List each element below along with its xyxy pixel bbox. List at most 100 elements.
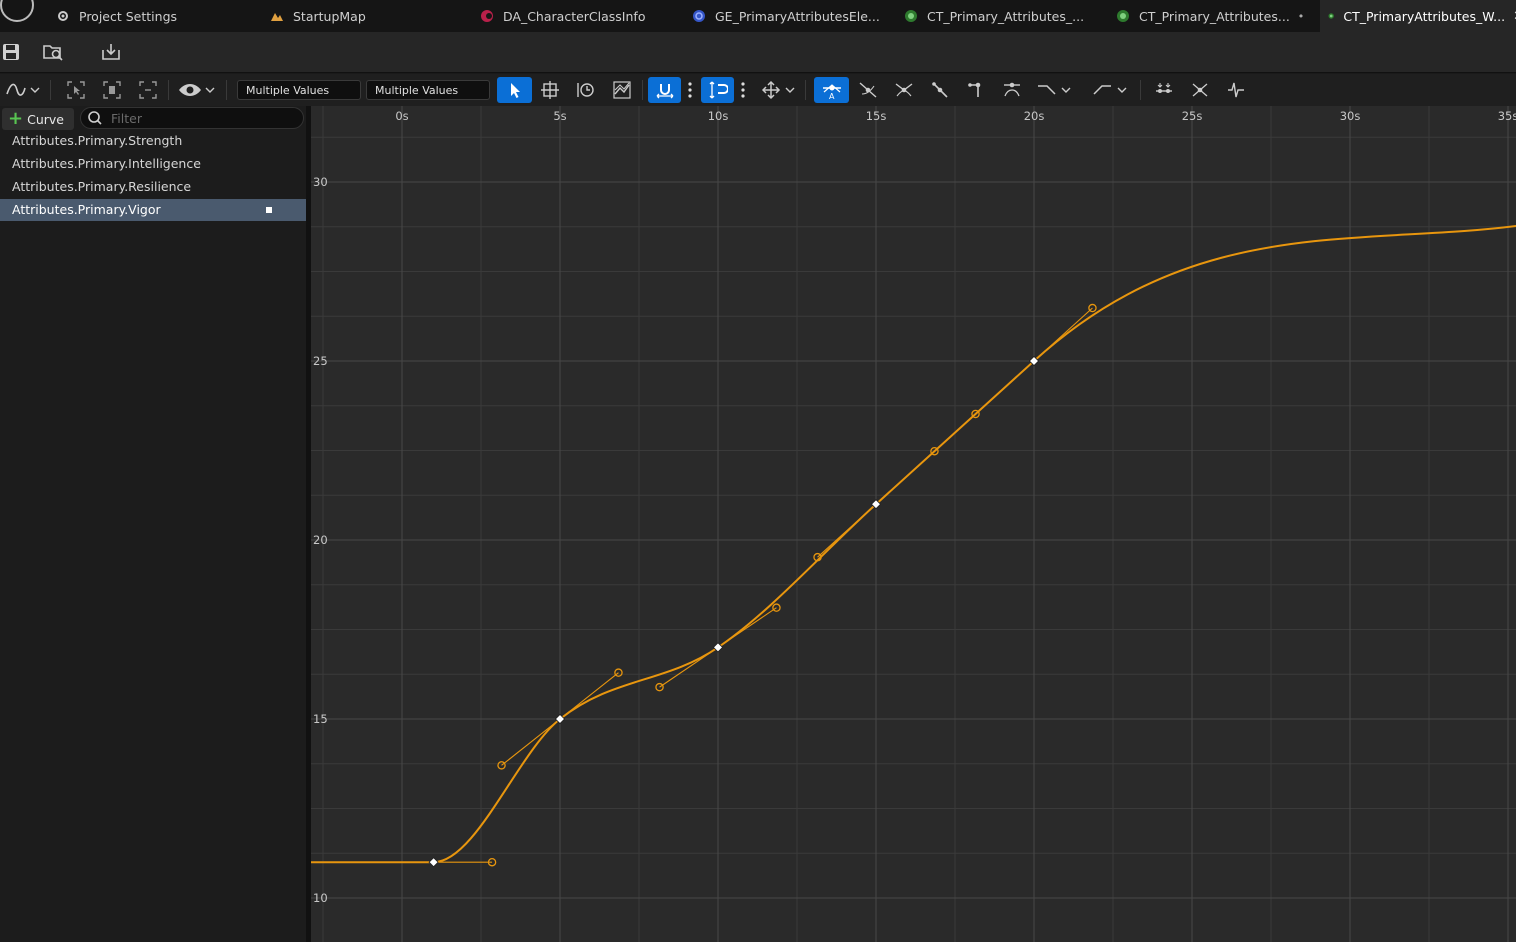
view-mode-dropdown[interactable] [2, 77, 42, 103]
frame-horizontal-button[interactable] [98, 77, 126, 103]
user-tangent-button[interactable] [854, 77, 882, 103]
search-icon [88, 111, 102, 125]
curve-item-strength[interactable]: Attributes.Primary.Strength [0, 130, 306, 152]
asset-toolbar [0, 32, 1516, 73]
flatten-tangent-icon [1004, 82, 1020, 97]
tab-ct-primaryattributes-w[interactable]: CT_PrimaryAttributes_W... ✕ [1320, 0, 1516, 32]
snap-value-options[interactable] [737, 77, 749, 103]
multi-scale-tool-button[interactable] [608, 77, 636, 103]
tab-da-characterclassinfo[interactable]: DA_CharacterClassInfo [472, 0, 685, 32]
curve-visible-indicator[interactable] [266, 207, 272, 213]
flatten-tangent-button[interactable] [998, 77, 1026, 103]
tab-label: CT_Primary_Attributes_... [927, 8, 1085, 24]
filter-curve-icon [1228, 82, 1244, 98]
linear-tangent-icon [932, 82, 948, 98]
straighten-keys-icon [1192, 83, 1208, 97]
time-tick-label: 20s [1024, 109, 1045, 123]
time-ruler: 0s 5s 10s 15s 20s 25s 30s 35s [395, 109, 1516, 123]
flatten-keys-button[interactable] [1150, 77, 1178, 103]
save-icon [3, 44, 19, 60]
tab-ge-primaryattributes[interactable]: GE_PrimaryAttributesEle... [684, 0, 897, 32]
toolbar-separator [1140, 80, 1141, 100]
tab-label: DA_CharacterClassInfo [503, 8, 646, 24]
curve-item-label: Attributes.Primary.Vigor [12, 202, 161, 217]
curve-keys[interactable] [428, 355, 1040, 868]
curve-list-panel: + Curve Attributes.Primary.Strength Attr… [0, 106, 306, 942]
curve-table-icon [1117, 10, 1129, 22]
toolbar-separator [50, 80, 51, 100]
auto-tangent-button[interactable]: A [814, 77, 849, 103]
auto-tangent-icon: A [822, 84, 841, 100]
value-tick-label: 10 [313, 891, 328, 905]
filter-box [80, 107, 304, 129]
curve-table-icon [905, 10, 917, 22]
pre-infinity-dropdown[interactable] [1034, 77, 1074, 103]
filter-keys-button[interactable] [1222, 77, 1250, 103]
cursor-arrow-icon [510, 83, 520, 98]
frame-selection-button[interactable] [62, 77, 90, 103]
time-tick-label: 35s [1498, 109, 1516, 123]
browse-button[interactable] [38, 38, 68, 66]
user-tangent-icon [859, 82, 877, 98]
frame-selection-icon [67, 81, 85, 99]
snap-time-button[interactable] [648, 77, 681, 103]
transform-icon [541, 81, 559, 99]
tab-ct-primary-attributes-2[interactable]: CT_Primary_Attributes... • [1108, 0, 1321, 32]
flatten-keys-icon [1156, 83, 1172, 93]
time-tick-label: 5s [553, 109, 566, 123]
unreal-logo-icon[interactable] [0, 0, 34, 22]
straighten-keys-button[interactable] [1186, 77, 1214, 103]
curve-editor-toolbar: Multiple Values Multiple Values A [0, 74, 1516, 106]
snap-time-options[interactable] [684, 77, 696, 103]
break-tangent-icon [895, 83, 913, 97]
curve-item-vigor[interactable]: Attributes.Primary.Vigor [0, 199, 306, 221]
transform-tool-button[interactable] [536, 77, 564, 103]
gear-icon [58, 11, 68, 21]
curve-graph-view[interactable]: 0s 5s 10s 15s 20s 25s 30s 35s 30 25 20 15 10 [311, 106, 1516, 942]
grid-major [311, 106, 1516, 942]
tab-ct-primary-attributes-1[interactable]: CT_Primary_Attributes_... [896, 0, 1109, 32]
tab-project-settings[interactable]: Project Settings [48, 0, 256, 32]
unsaved-indicator: • [1297, 9, 1305, 23]
curve-key[interactable] [428, 857, 439, 868]
tangent-handle[interactable] [655, 682, 664, 692]
tab-label: GE_PrimaryAttributesEle... [715, 8, 880, 24]
post-infinity-dropdown[interactable] [1090, 77, 1130, 103]
tangent-handle[interactable] [1088, 303, 1097, 313]
select-tool-button[interactable] [497, 77, 532, 103]
key-time-field[interactable]: Multiple Values [237, 80, 361, 100]
frame-horizontal-icon [103, 81, 121, 99]
toolbar-separator [642, 80, 643, 100]
break-tangent-button[interactable] [890, 77, 918, 103]
time-tick-label: 0s [395, 109, 408, 123]
import-icon [102, 44, 120, 60]
level-icon [271, 13, 283, 21]
value-tick-label: 30 [313, 175, 328, 189]
snap-value-button[interactable] [701, 77, 734, 103]
curve-item-intelligence[interactable]: Attributes.Primary.Intelligence [0, 153, 306, 175]
svg-text:A: A [829, 92, 835, 100]
time-tick-label: 30s [1340, 109, 1361, 123]
tab-startupmap[interactable]: StartupMap [262, 0, 470, 32]
axis-snapping-dropdown[interactable] [758, 77, 798, 103]
multi-scale-icon [613, 81, 631, 99]
constant-tangent-button[interactable] [962, 77, 990, 103]
key-value-field[interactable]: Multiple Values [366, 80, 490, 100]
tab-label: CT_Primary_Attributes... [1139, 8, 1290, 24]
curve-graph-canvas[interactable]: 0s 5s 10s 15s 20s 25s 30s 35s 30 25 20 15 10 [311, 106, 1516, 942]
filter-input[interactable] [109, 109, 293, 127]
add-curve-button[interactable]: + Curve [2, 108, 74, 130]
frame-all-button[interactable] [134, 77, 162, 103]
tangent-handle[interactable] [497, 761, 506, 770]
linear-tangent-button[interactable] [926, 77, 954, 103]
gameplay-effect-icon [693, 10, 705, 22]
curve-item-resilience[interactable]: Attributes.Primary.Resilience [0, 176, 306, 198]
visibility-dropdown[interactable] [176, 77, 218, 103]
reimport-button[interactable] [96, 38, 126, 66]
save-button[interactable] [0, 38, 26, 66]
plus-icon: + [8, 108, 24, 129]
tab-label: StartupMap [293, 8, 366, 24]
retime-tool-button[interactable] [572, 77, 600, 103]
post-infinity-icon [1093, 85, 1127, 95]
vigor-curve[interactable] [311, 224, 1516, 864]
